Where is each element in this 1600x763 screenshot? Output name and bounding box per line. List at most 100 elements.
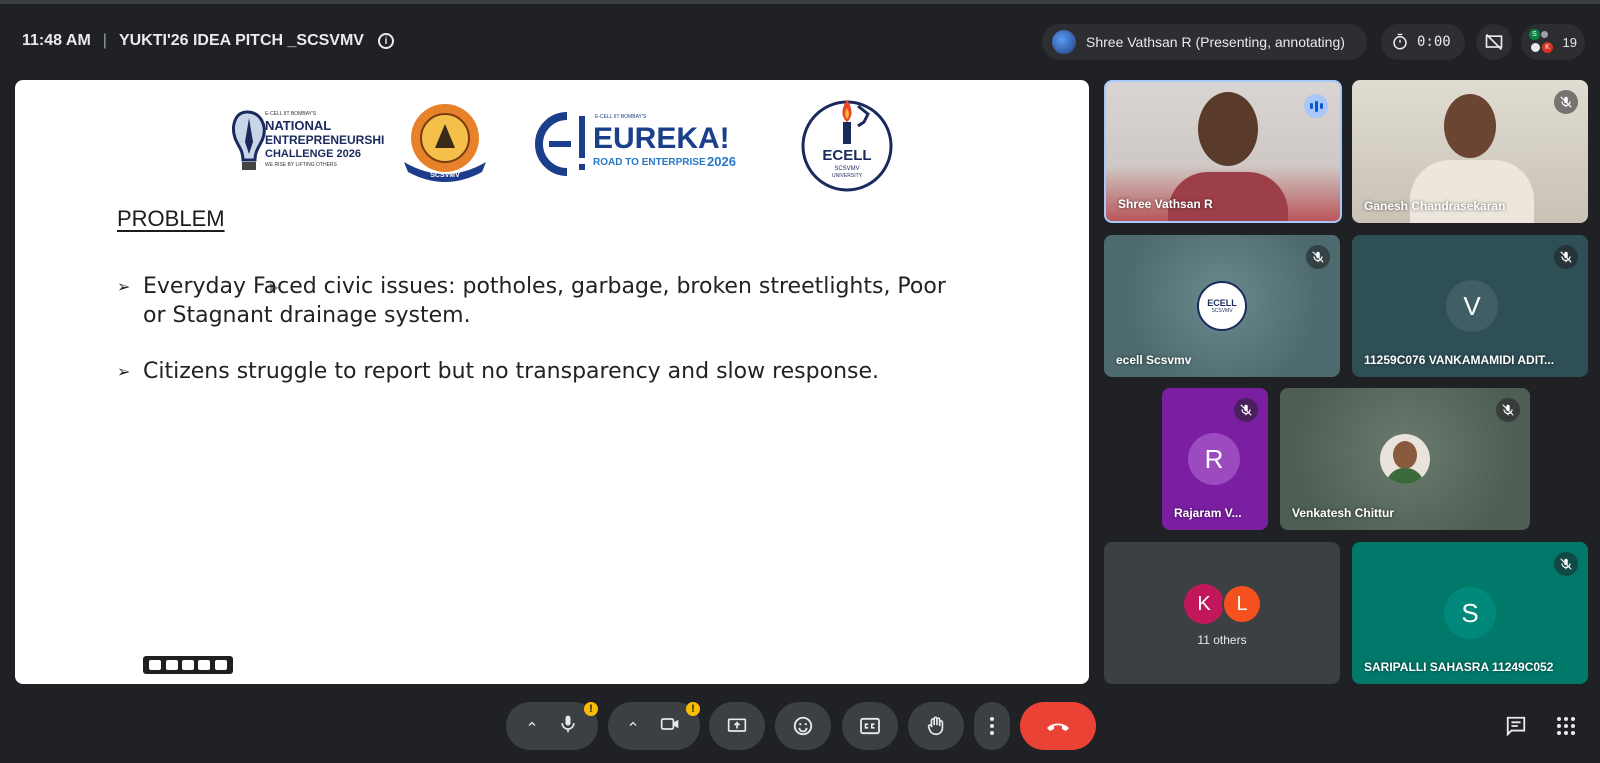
participant-name: Rajaram V... xyxy=(1174,506,1242,520)
mic-off-icon xyxy=(1554,552,1578,576)
presentation-slide: E-CELL IIT BOMBAY'S NATIONAL ENTREPRENEU… xyxy=(15,80,1089,684)
presenter-label: Shree Vathsan R (Presenting, annotating) xyxy=(1086,34,1345,50)
participant-name: ecell Scsvmv xyxy=(1116,353,1192,367)
people-chip[interactable]: S K 19 xyxy=(1521,24,1585,60)
end-call-button[interactable] xyxy=(1020,702,1096,750)
hand-icon xyxy=(927,716,944,736)
slide-annotation-toolbar[interactable] xyxy=(143,656,233,674)
chevron-up-icon[interactable] xyxy=(627,717,639,735)
participant-tile-ecell[interactable]: ECELL SCSVMV ecell Scsvmv xyxy=(1104,235,1340,377)
mini-avatar-dot xyxy=(1541,31,1548,38)
svg-text:SCSVMV: SCSVMV xyxy=(834,166,859,172)
participant-name: Venkatesh Chittur xyxy=(1292,506,1395,520)
ecell-logo: ECELL SCSVMV UNIVERSITY xyxy=(798,94,896,194)
presenter-avatar xyxy=(1052,30,1076,54)
chat-icon[interactable] xyxy=(1502,712,1530,740)
top-border xyxy=(0,0,1600,4)
timer-value: 0:00 xyxy=(1417,34,1451,50)
mini-avatar-dot xyxy=(1531,43,1540,52)
slide-heading: PROBLEM xyxy=(117,206,225,231)
mini-avatar: K xyxy=(1542,42,1553,53)
participant-tile-saripalli[interactable]: S SARIPALLI SAHASRA 11249C052 xyxy=(1352,542,1588,684)
info-icon[interactable]: i xyxy=(377,33,394,49)
ecell-avatar-subtext: SCSVMV xyxy=(1211,308,1233,314)
reactions-button[interactable] xyxy=(775,702,831,750)
camera-icon[interactable] xyxy=(165,660,178,670)
participant-photo-avatar xyxy=(1380,434,1430,484)
participant-tile-venkatesh[interactable]: Venkatesh Chittur xyxy=(1280,388,1530,530)
emoji-icon xyxy=(793,716,813,736)
participant-video-body xyxy=(1410,160,1534,223)
mic-icon[interactable] xyxy=(558,714,578,739)
bullet-text: Citizens struggle to report but no trans… xyxy=(143,359,880,384)
other-avatar: K xyxy=(1184,584,1224,624)
participant-name: 11259C076 VANKAMAMIDI ADIT... xyxy=(1364,353,1555,367)
svg-text:EUREKA!: EUREKA! xyxy=(593,122,730,155)
participant-video-face xyxy=(1444,94,1496,158)
mic-off-icon xyxy=(1306,245,1330,269)
mic-control[interactable]: ! xyxy=(506,702,598,750)
scsvmv-emblem: SCSVMV xyxy=(398,100,493,185)
participant-tile-ganesh[interactable]: Ganesh Chandrasekaran xyxy=(1352,80,1588,223)
arrow-bullet-icon: ➢ xyxy=(117,362,131,381)
participant-name: SARIPALLI SAHASRA 11249C052 xyxy=(1364,660,1554,674)
slide-bullet: ➢ Everyday Faced civic issues: potholes,… xyxy=(117,272,957,330)
pen-icon[interactable] xyxy=(149,660,162,670)
participant-tile-vankamamidi[interactable]: V 11259C076 VANKAMAMIDI ADIT... xyxy=(1352,235,1588,377)
meeting-info: 11:48 AM | YUKTI'26 IDEA PITCH _SCSVMV i xyxy=(22,32,394,50)
participant-video-face xyxy=(1198,92,1258,166)
captions-button[interactable] xyxy=(842,702,898,750)
video-camera-icon[interactable] xyxy=(659,714,681,739)
svg-text:NATIONAL: NATIONAL xyxy=(265,118,331,133)
raise-hand-button[interactable] xyxy=(908,702,964,750)
gear-icon[interactable] xyxy=(214,660,227,670)
participant-tile-shree-vathsan[interactable]: Shree Vathsan R xyxy=(1104,80,1342,223)
top-bar: 11:48 AM | YUKTI'26 IDEA PITCH _SCSVMV i… xyxy=(0,0,1600,80)
participant-name: Shree Vathsan R xyxy=(1118,197,1213,211)
participant-tile-rajaram[interactable]: R Rajaram V... xyxy=(1162,388,1268,530)
participant-mini-avatars: S K xyxy=(1529,29,1555,55)
participant-count: 19 xyxy=(1562,34,1577,50)
video-icon[interactable] xyxy=(181,660,194,670)
separator: | xyxy=(102,32,107,49)
svg-text:ENTREPRENEURSHIP: ENTREPRENEURSHIP xyxy=(265,133,385,147)
phone-hangup-icon xyxy=(1047,723,1069,731)
camera-control[interactable]: ! xyxy=(608,702,700,750)
chevron-up-icon[interactable] xyxy=(526,717,538,735)
ecell-avatar-text: ECELL xyxy=(1207,298,1237,308)
present-screen-button[interactable] xyxy=(709,702,765,750)
present-screen-icon xyxy=(727,718,747,732)
arrow-bullet-icon: ➢ xyxy=(117,277,131,296)
svg-text:ECELL: ECELL xyxy=(822,147,871,164)
nec-logo: E-CELL IIT BOMBAY'S NATIONAL ENTREPRENEU… xyxy=(225,104,392,184)
svg-text:SCSVMV: SCSVMV xyxy=(430,172,460,179)
participant-tile-others[interactable]: K L 11 others xyxy=(1104,542,1340,684)
slide-bullet: ➢ Citizens struggle to report but no tra… xyxy=(117,357,957,386)
bullet-text: Everyday Faced civic issues: potholes, g… xyxy=(143,274,946,328)
svg-text:CHALLENGE 2026: CHALLENGE 2026 xyxy=(265,148,361,160)
present-off-icon[interactable] xyxy=(1476,24,1512,60)
timer-chip[interactable]: 0:00 xyxy=(1381,24,1465,60)
mic-off-icon xyxy=(1554,90,1578,114)
captions-icon xyxy=(860,717,880,735)
folder-icon[interactable] xyxy=(198,660,211,670)
meeting-title: YUKTI'26 IDEA PITCH _SCSVMV xyxy=(118,32,364,49)
svg-text:UNIVERSITY: UNIVERSITY xyxy=(832,173,863,179)
speaking-indicator-icon xyxy=(1304,94,1328,118)
mic-warning-icon: ! xyxy=(584,702,598,716)
ecell-avatar: ECELL SCSVMV xyxy=(1197,281,1247,331)
other-avatar: L xyxy=(1222,584,1262,624)
participant-avatar: S xyxy=(1444,587,1496,639)
presenter-chip[interactable]: Shree Vathsan R (Presenting, annotating) xyxy=(1042,24,1367,60)
participant-name: Ganesh Chandrasekaran xyxy=(1364,199,1506,213)
mic-off-icon xyxy=(1496,398,1520,422)
mic-off-icon xyxy=(1234,398,1258,422)
svg-text:E-CELL IIT BOMBAY'S: E-CELL IIT BOMBAY'S xyxy=(595,114,647,120)
participant-avatar: R xyxy=(1188,433,1240,485)
svg-text:ROAD TO ENTERPRISE: ROAD TO ENTERPRISE xyxy=(593,157,706,168)
more-options-button[interactable] xyxy=(974,702,1010,750)
activities-grid-icon[interactable] xyxy=(1552,712,1580,740)
mini-avatar: S xyxy=(1529,29,1540,40)
meeting-time: 11:48 AM xyxy=(22,32,91,49)
svg-text:WE RISE BY LIFTING OTHERS: WE RISE BY LIFTING OTHERS xyxy=(265,162,338,168)
